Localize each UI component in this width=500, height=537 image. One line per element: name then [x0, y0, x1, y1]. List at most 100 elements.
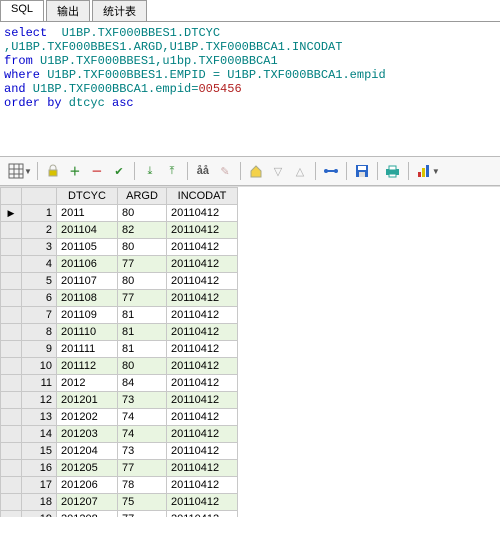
cell-argd[interactable]: 81 [118, 307, 167, 324]
table-row[interactable]: 182012077520110412 [1, 494, 238, 511]
cell-dtcyc[interactable]: 201206 [57, 477, 118, 494]
cell-dtcyc[interactable]: 201105 [57, 239, 118, 256]
sql-editor[interactable]: select U1BP.TXF000BBES1.DTCYC ,U1BP.TXF0… [0, 22, 500, 156]
cell-dtcyc[interactable]: 201111 [57, 341, 118, 358]
cell-dtcyc[interactable]: 201104 [57, 222, 118, 239]
tab-output[interactable]: 输出 [46, 0, 90, 21]
table-row[interactable]: 142012037420110412 [1, 426, 238, 443]
add-row-icon[interactable]: ＋ [65, 161, 85, 181]
cell-argd[interactable]: 80 [118, 273, 167, 290]
cell-argd[interactable]: 78 [118, 477, 167, 494]
find-icon[interactable]: åå [193, 161, 213, 181]
lock-icon[interactable] [43, 161, 63, 181]
table-row[interactable]: 42011067720110412 [1, 256, 238, 273]
cell-argd[interactable]: 75 [118, 494, 167, 511]
cell-argd[interactable]: 82 [118, 222, 167, 239]
cell-dtcyc[interactable]: 201208 [57, 511, 118, 518]
home-icon[interactable] [246, 161, 266, 181]
save-icon[interactable] [352, 161, 372, 181]
up-icon[interactable]: △ [290, 161, 310, 181]
del-row-icon[interactable]: － [87, 161, 107, 181]
cell-dtcyc[interactable]: 201205 [57, 460, 118, 477]
cell-dtcyc[interactable]: 201110 [57, 324, 118, 341]
cell-incodat[interactable]: 20110412 [167, 290, 238, 307]
cell-argd[interactable]: 73 [118, 443, 167, 460]
cell-argd[interactable]: 74 [118, 426, 167, 443]
cell-incodat[interactable]: 20110412 [167, 392, 238, 409]
table-row[interactable]: 22011048220110412 [1, 222, 238, 239]
commit-icon[interactable]: ✔ [109, 161, 129, 181]
cell-incodat[interactable]: 20110412 [167, 222, 238, 239]
cell-argd[interactable]: 73 [118, 392, 167, 409]
table-row[interactable]: 52011078020110412 [1, 273, 238, 290]
cell-argd[interactable]: 77 [118, 290, 167, 307]
cell-incodat[interactable]: 20110412 [167, 443, 238, 460]
table-row[interactable]: 1120128420110412 [1, 375, 238, 392]
table-row[interactable]: 132012027420110412 [1, 409, 238, 426]
cell-incodat[interactable]: 20110412 [167, 256, 238, 273]
results-grid[interactable]: DTCYC ARGD INCODAT ▶12011802011041222011… [0, 186, 500, 517]
table-row[interactable]: 192012087720110412 [1, 511, 238, 518]
table-row[interactable]: 82011108120110412 [1, 324, 238, 341]
table-row[interactable]: 122012017320110412 [1, 392, 238, 409]
link-icon[interactable] [321, 161, 341, 181]
tab-stats[interactable]: 统计表 [92, 0, 147, 21]
cell-incodat[interactable]: 20110412 [167, 375, 238, 392]
cell-dtcyc[interactable]: 201107 [57, 273, 118, 290]
tab-sql[interactable]: SQL [0, 0, 44, 21]
cell-incodat[interactable]: 20110412 [167, 426, 238, 443]
cell-dtcyc[interactable]: 201202 [57, 409, 118, 426]
cell-incodat[interactable]: 20110412 [167, 494, 238, 511]
cell-dtcyc[interactable]: 2011 [57, 205, 118, 222]
table-row[interactable]: 62011087720110412 [1, 290, 238, 307]
cell-incodat[interactable]: 20110412 [167, 358, 238, 375]
cell-argd[interactable]: 80 [118, 239, 167, 256]
grid-icon[interactable] [6, 161, 26, 181]
cell-dtcyc[interactable]: 201207 [57, 494, 118, 511]
table-row[interactable]: 32011058020110412 [1, 239, 238, 256]
cell-argd[interactable]: 81 [118, 324, 167, 341]
table-row[interactable]: 162012057720110412 [1, 460, 238, 477]
table-row[interactable]: ▶120118020110412 [1, 205, 238, 222]
cell-incodat[interactable]: 20110412 [167, 460, 238, 477]
cell-incodat[interactable]: 20110412 [167, 205, 238, 222]
cell-argd[interactable]: 81 [118, 341, 167, 358]
cell-dtcyc[interactable]: 201106 [57, 256, 118, 273]
print-icon[interactable] [383, 161, 403, 181]
cell-incodat[interactable]: 20110412 [167, 239, 238, 256]
cell-incodat[interactable]: 20110412 [167, 477, 238, 494]
down-icon[interactable]: ▽ [268, 161, 288, 181]
cell-argd[interactable]: 77 [118, 256, 167, 273]
cell-argd[interactable]: 80 [118, 358, 167, 375]
edit-icon[interactable]: ✎ [215, 161, 235, 181]
col-incodat[interactable]: INCODAT [167, 188, 238, 205]
cell-dtcyc[interactable]: 201112 [57, 358, 118, 375]
cell-incodat[interactable]: 20110412 [167, 324, 238, 341]
cell-incodat[interactable]: 20110412 [167, 273, 238, 290]
table-row[interactable]: 172012067820110412 [1, 477, 238, 494]
cell-dtcyc[interactable]: 201109 [57, 307, 118, 324]
table-row[interactable]: 102011128020110412 [1, 358, 238, 375]
table-row[interactable]: 92011118120110412 [1, 341, 238, 358]
cell-dtcyc[interactable]: 201204 [57, 443, 118, 460]
table-row[interactable]: 152012047320110412 [1, 443, 238, 460]
cell-argd[interactable]: 74 [118, 409, 167, 426]
cell-argd[interactable]: 77 [118, 460, 167, 477]
cell-incodat[interactable]: 20110412 [167, 341, 238, 358]
cell-incodat[interactable]: 20110412 [167, 511, 238, 518]
chevron-down-icon[interactable]: ▼ [24, 167, 32, 176]
col-argd[interactable]: ARGD [118, 188, 167, 205]
cell-incodat[interactable]: 20110412 [167, 409, 238, 426]
cell-dtcyc[interactable]: 201108 [57, 290, 118, 307]
rownum-header[interactable] [22, 188, 57, 205]
cell-dtcyc[interactable]: 2012 [57, 375, 118, 392]
col-dtcyc[interactable]: DTCYC [57, 188, 118, 205]
chart-icon[interactable] [414, 161, 434, 181]
chevron-down-icon[interactable]: ▼ [432, 167, 440, 176]
cell-incodat[interactable]: 20110412 [167, 307, 238, 324]
first-icon[interactable]: ⤓ [140, 161, 160, 181]
last-icon[interactable]: ⤒ [162, 161, 182, 181]
cell-argd[interactable]: 80 [118, 205, 167, 222]
cell-argd[interactable]: 84 [118, 375, 167, 392]
cell-argd[interactable]: 77 [118, 511, 167, 518]
